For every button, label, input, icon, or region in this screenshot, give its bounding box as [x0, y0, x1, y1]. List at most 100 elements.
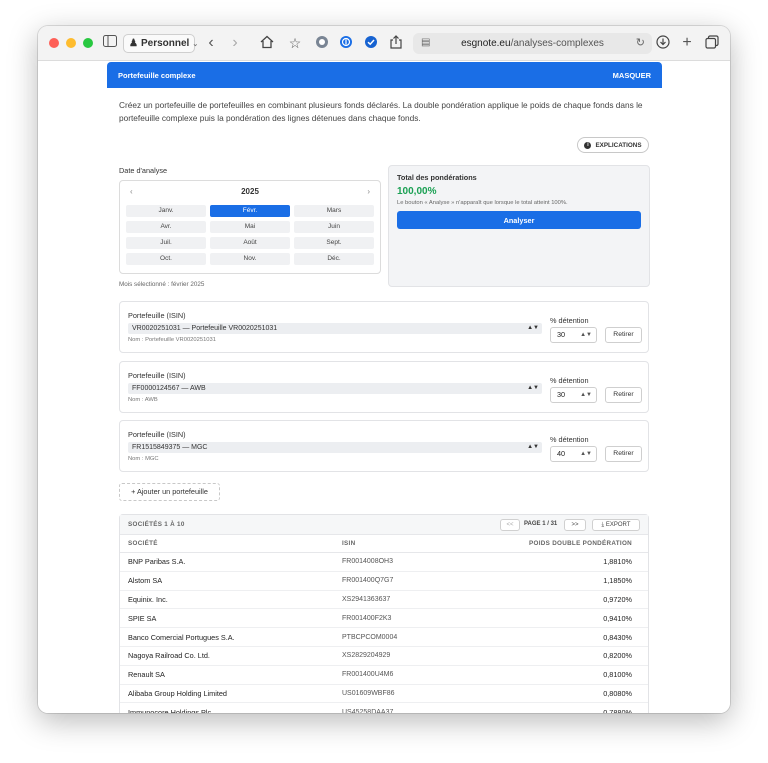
- select-arrows-icon: ▲▼: [527, 325, 539, 331]
- intro-text: Créez un portefeuille de portefeuilles e…: [119, 100, 643, 123]
- home-icon[interactable]: [259, 35, 275, 51]
- portfolio-name: Nom : AWB: [128, 397, 158, 403]
- table-row[interactable]: Alstom SA FR001400Q7G7 1,1850%: [120, 572, 648, 591]
- analysis-date-label: Date d'analyse: [119, 166, 168, 175]
- weight-cell: 0,8430%: [603, 632, 632, 642]
- tab-overview-icon[interactable]: [704, 35, 720, 51]
- isin-cell: US45258DAA37: [342, 708, 394, 713]
- panel-title: Portefeuille complexe: [118, 70, 196, 80]
- column-header-weight[interactable]: POIDS DOUBLE PONDÉRATION: [492, 540, 640, 547]
- month-option[interactable]: Mai: [210, 221, 290, 233]
- next-year-icon[interactable]: ›: [367, 181, 370, 203]
- prev-page-button[interactable]: <<: [500, 519, 520, 531]
- month-option[interactable]: Août: [210, 237, 290, 249]
- zoom-window-button[interactable]: [83, 38, 93, 48]
- check-shield-icon[interactable]: [363, 35, 379, 51]
- next-page-button[interactable]: >>: [564, 519, 586, 531]
- portfolio-isin-label: Portefeuille (ISIN): [128, 311, 186, 320]
- month-option[interactable]: Oct.: [126, 253, 206, 265]
- portfolio-select-value: VR0020251031 — Portefeuille VR0020251031: [132, 325, 278, 332]
- select-arrows-icon: ▲▼: [527, 444, 539, 450]
- weights-total-hint: Le bouton « Analyse » n'apparaît que lor…: [397, 200, 568, 206]
- portfolio-name: Nom : Portefeuille VR0020251031: [128, 337, 216, 343]
- explanations-button[interactable]: i EXPLICATIONS: [577, 137, 649, 153]
- table-row[interactable]: BNP Paribas S.A. FR0014008OH3 1,8810%: [120, 553, 648, 572]
- table-body: BNP Paribas S.A. FR0014008OH3 1,8810% Alsto…: [120, 553, 648, 713]
- company-cell: SPIE SA: [128, 613, 157, 623]
- company-cell: Equinix. Inc.: [128, 594, 168, 604]
- holding-percent-label: % détention: [550, 435, 589, 444]
- export-button[interactable]: ⤓ EXPORT: [592, 519, 640, 531]
- address-bar[interactable]: ▤ esgnote.eu/analyses-complexes ↻: [413, 33, 652, 54]
- forward-icon[interactable]: ›: [227, 35, 243, 51]
- back-icon[interactable]: ‹: [203, 35, 219, 51]
- portfolio-card: Portefeuille (ISIN) VR0020251031 — Portef…: [119, 301, 649, 353]
- company-cell: Renault SA: [128, 670, 165, 680]
- month-picker-header: ‹ 2025 ›: [120, 181, 380, 203]
- analyze-button[interactable]: Analyser: [397, 211, 641, 229]
- reload-icon[interactable]: ↻: [636, 36, 645, 49]
- minimize-window-button[interactable]: [66, 38, 76, 48]
- hide-panel-button[interactable]: MASQUER: [613, 71, 651, 80]
- weights-total-title: Total des pondérations: [397, 173, 477, 182]
- table-toolbar: SOCIÉTÉS 1 À 10 << PAGE 1 / 31 >> ⤓ EXPO…: [120, 515, 648, 535]
- sidebar-icon[interactable]: [102, 35, 118, 51]
- prev-year-icon[interactable]: ‹: [130, 181, 133, 203]
- table-row[interactable]: Equinix. Inc. XS2941363637 0,9720%: [120, 591, 648, 610]
- page-content: Portefeuille complexe MASQUER Créez un p…: [38, 62, 730, 713]
- password-manager-icon[interactable]: [338, 35, 354, 51]
- month-option[interactable]: Févr.: [210, 205, 290, 217]
- share-icon[interactable]: [388, 35, 404, 51]
- download-icon[interactable]: [655, 35, 671, 51]
- holding-percent-input[interactable]: 40 ▲▼: [550, 446, 597, 462]
- column-header-isin[interactable]: ISIN: [342, 540, 492, 547]
- portfolio-select[interactable]: VR0020251031 — Portefeuille VR0020251031…: [128, 323, 542, 334]
- month-option[interactable]: Déc.: [294, 253, 374, 265]
- close-window-button[interactable]: [49, 38, 59, 48]
- portfolio-select[interactable]: FR1515849375 — MGC ▲▼: [128, 442, 542, 453]
- month-option[interactable]: Juil.: [126, 237, 206, 249]
- month-option[interactable]: Nov.: [210, 253, 290, 265]
- add-portfolio-button[interactable]: + Ajouter un portefeuille: [119, 483, 220, 501]
- company-cell: BNP Paribas S.A.: [128, 557, 186, 567]
- new-tab-icon[interactable]: +: [679, 35, 695, 51]
- table-row[interactable]: Immunocore Holdings Plc US45258DAA37 0,788…: [120, 703, 648, 713]
- column-header-company[interactable]: SOCIÉTÉ: [120, 540, 342, 547]
- extension-icon-1[interactable]: [314, 35, 330, 51]
- month-grid: Janv. Févr. Mars Avr. Mai Juin Juil. Août Sept. O…: [126, 205, 374, 265]
- portfolio-card: Portefeuille (ISIN) FF0000124567 — AWB ▲▼ N…: [119, 361, 649, 413]
- table-row[interactable]: SPIE SA FR001400F2K3 0,9410%: [120, 609, 648, 629]
- company-cell: Nagoya Railroad Co. Ltd.: [128, 651, 210, 661]
- portfolio-isin-label: Portefeuille (ISIN): [128, 371, 186, 380]
- month-option[interactable]: Sept.: [294, 237, 374, 249]
- portfolio-select[interactable]: FF0000124567 — AWB ▲▼: [128, 383, 542, 394]
- stepper-arrows-icon[interactable]: ▲▼: [580, 447, 592, 461]
- table-row[interactable]: Renault SA FR001400U4M6 0,8100%: [120, 666, 648, 685]
- holding-percent-value: 30: [557, 390, 566, 399]
- profile-selector[interactable]: ♟ Personnel ⌄: [123, 34, 198, 53]
- download-small-icon: ⤓: [601, 522, 605, 528]
- isin-cell: FR001400F2K3: [342, 614, 392, 622]
- month-option[interactable]: Juin: [294, 221, 374, 233]
- stepper-arrows-icon[interactable]: ▲▼: [580, 328, 592, 342]
- month-option[interactable]: Mars: [294, 205, 374, 217]
- remove-portfolio-button[interactable]: Retirer: [605, 327, 642, 343]
- profile-name: Personnel: [140, 38, 190, 49]
- weights-total-value: 100,00%: [397, 186, 437, 197]
- table-row[interactable]: Banco Comercial Portugues S.A. PTBCPCOM00…: [120, 628, 648, 647]
- page-info-icon[interactable]: ▤: [421, 37, 430, 48]
- isin-cell: FR0014008OH3: [342, 558, 393, 566]
- table-row[interactable]: Alibaba Group Holding Limited US01609WBF8…: [120, 685, 648, 704]
- complex-portfolio-panel: Portefeuille complexe MASQUER Créez un p…: [107, 62, 662, 713]
- remove-portfolio-button[interactable]: Retirer: [605, 387, 642, 403]
- bookmark-star-icon[interactable]: ☆: [287, 35, 303, 51]
- holding-percent-label: % détention: [550, 376, 589, 385]
- stepper-arrows-icon[interactable]: ▲▼: [580, 388, 592, 402]
- month-option[interactable]: Avr.: [126, 221, 206, 233]
- holding-percent-input[interactable]: 30 ▲▼: [550, 387, 597, 403]
- remove-portfolio-button[interactable]: Retirer: [605, 446, 642, 462]
- holding-percent-input[interactable]: 30 ▲▼: [550, 327, 597, 343]
- person-icon: ♟: [129, 38, 138, 49]
- table-row[interactable]: Nagoya Railroad Co. Ltd. XS2829204929 0,82…: [120, 647, 648, 666]
- month-option[interactable]: Janv.: [126, 205, 206, 217]
